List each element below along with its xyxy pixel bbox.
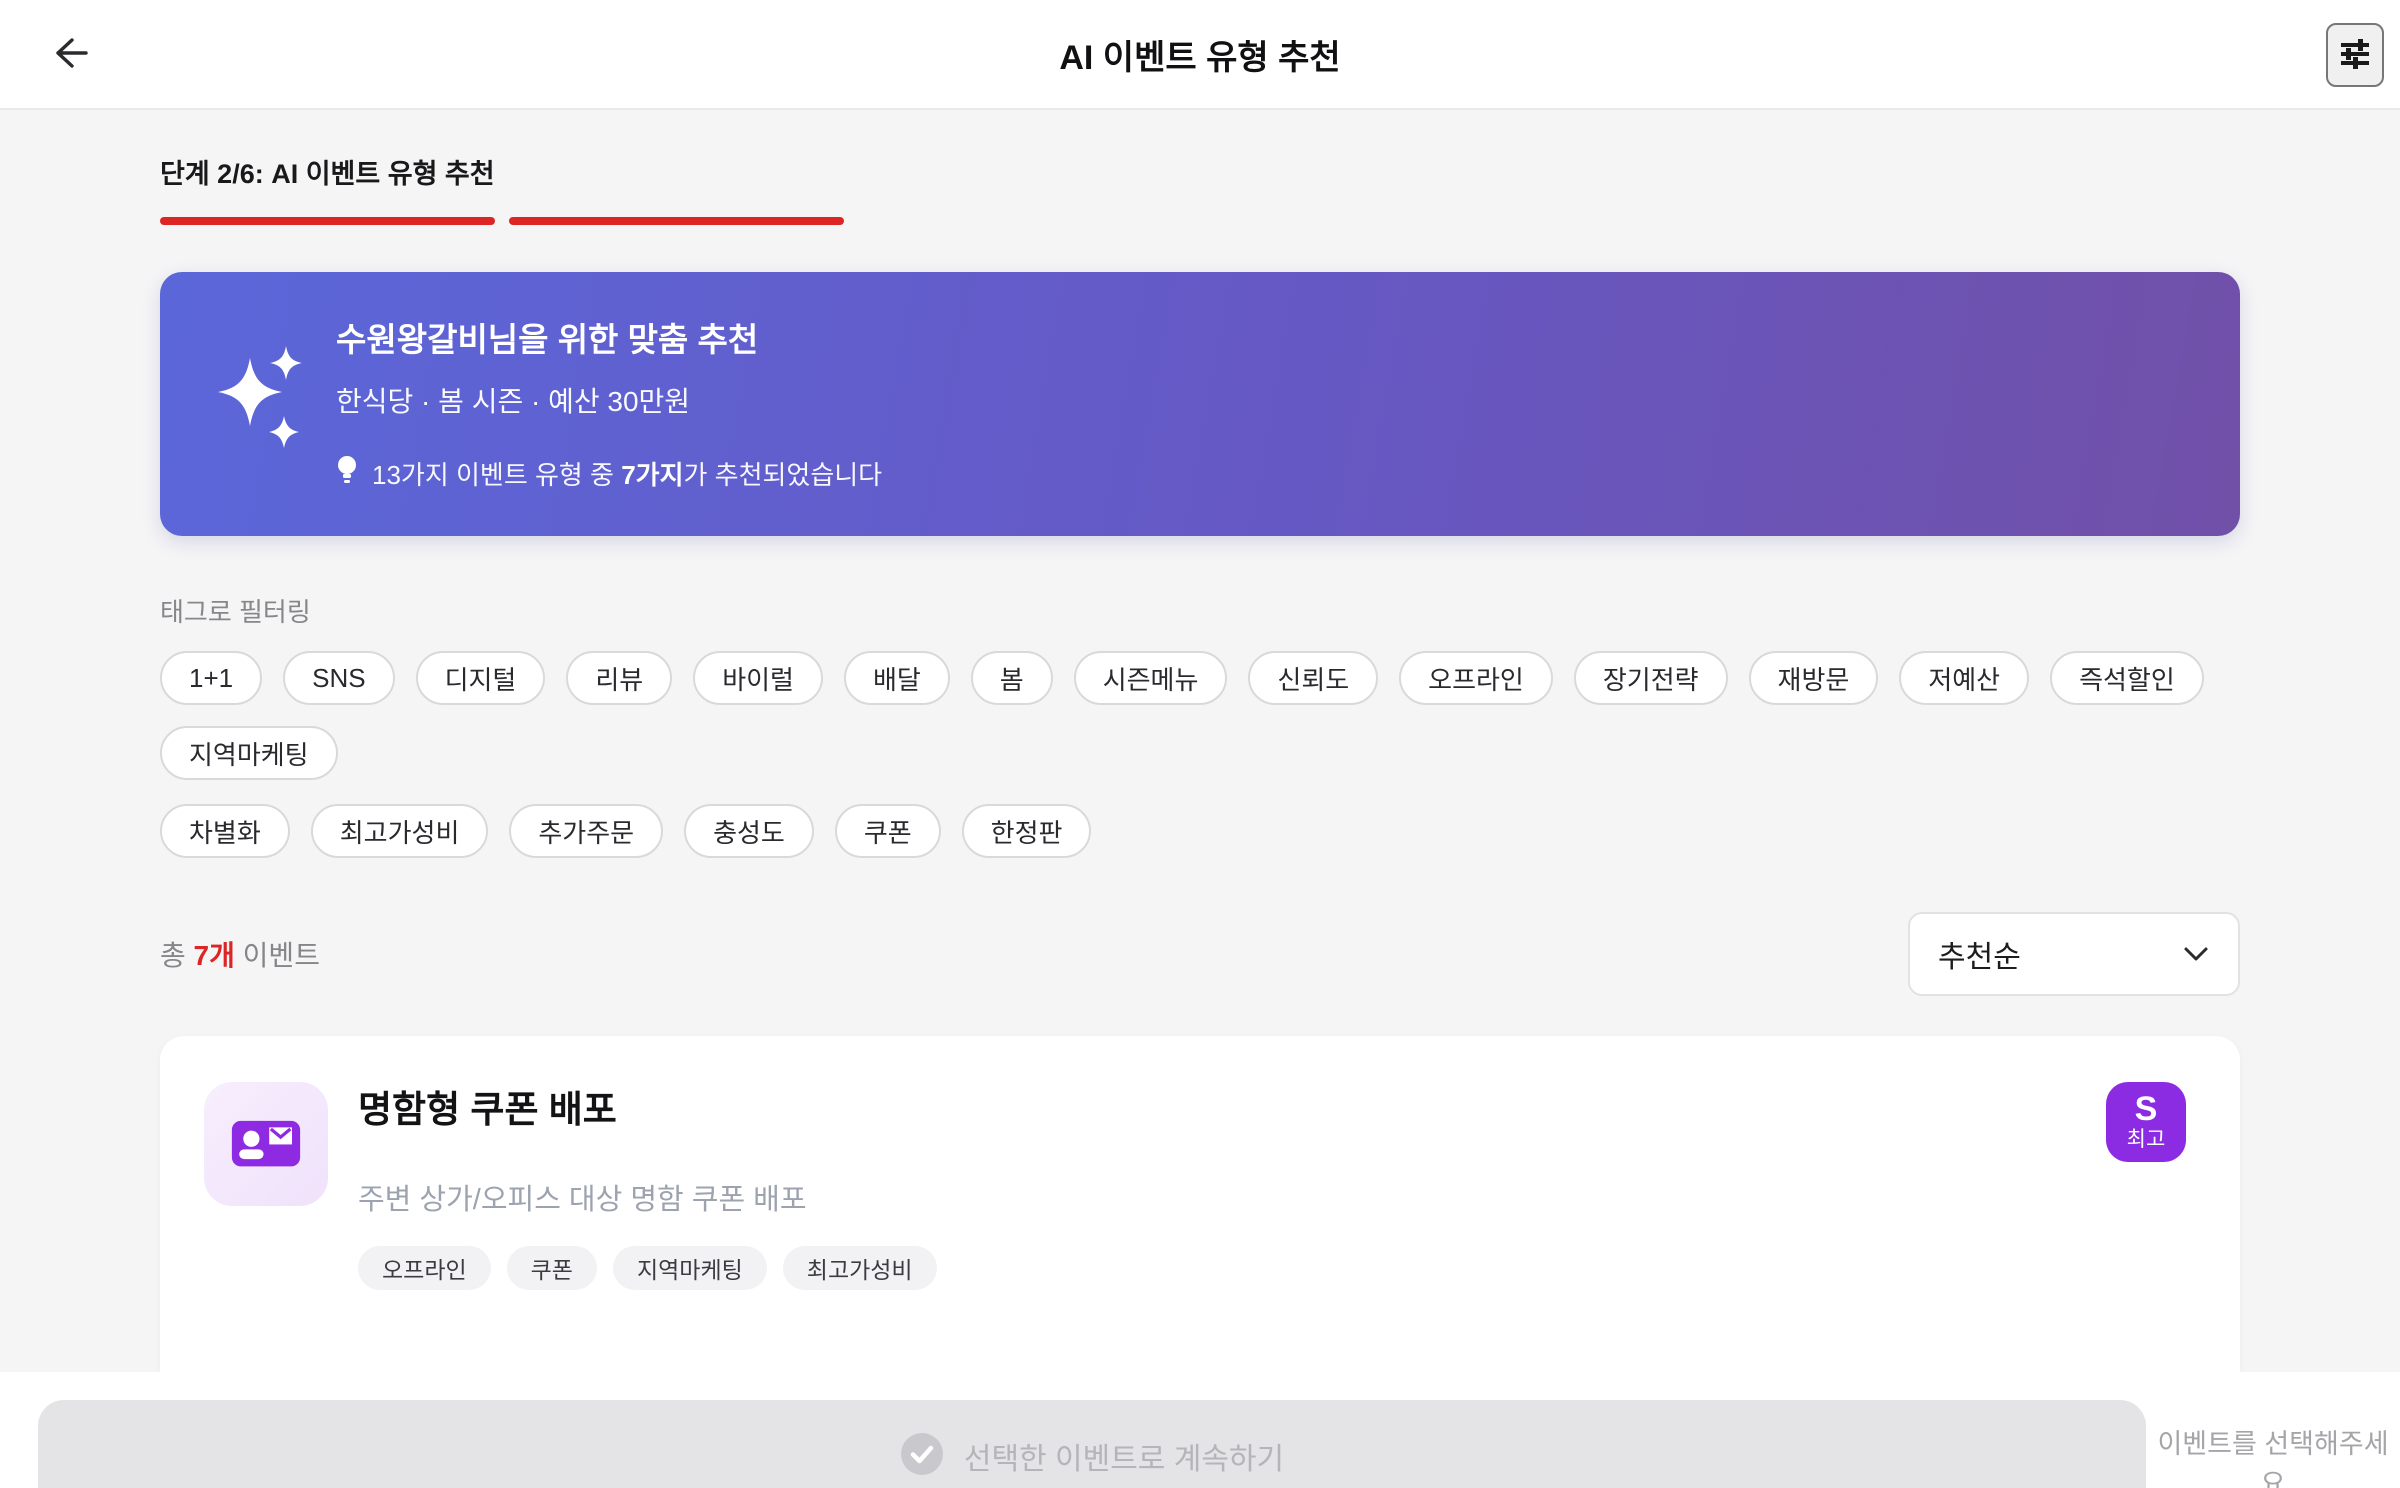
continue-button[interactable]: 선택한 이벤트로 계속하기 — [38, 1400, 2146, 1488]
tag-filter-label: 태그로 필터링 — [160, 597, 311, 627]
grade-letter: S — [2134, 1090, 2158, 1128]
step-label: 단계 2/6: AI 이벤트 유형 추천 — [160, 159, 495, 189]
event-description: 주변 상가/오피스 대상 명함 쿠폰 배포 — [358, 1184, 807, 1216]
continue-button-content: 선택한 이벤트로 계속하기 — [900, 1432, 1284, 1479]
header: AI 이벤트 유형 추천 — [0, 0, 2400, 110]
filter-tag-chip[interactable]: 오프라인 — [1399, 651, 1553, 705]
filter-tag-chip[interactable]: 최고가성비 — [310, 804, 489, 858]
progress-segment — [1207, 217, 1542, 225]
event-title: 명함형 쿠폰 배포 — [358, 1089, 617, 1130]
grade-badge: S 최고 — [2106, 1082, 2186, 1162]
filter-tag-chip[interactable]: 디지털 — [415, 651, 546, 705]
filter-tag-chip[interactable]: 충성도 — [684, 804, 814, 858]
event-tag: 쿠폰 — [506, 1246, 597, 1290]
filter-tag-chip[interactable]: 한정판 — [961, 804, 1092, 858]
filter-tag-chip[interactable]: 추가주문 — [509, 804, 664, 858]
progress-segment — [1556, 217, 1891, 225]
progress-bar — [160, 217, 2240, 225]
main-content: 단계 2/6: AI 이벤트 유형 추천 수원왕갈비님을 위한 맞춤 추천 한식… — [0, 108, 2400, 1488]
filter-tag-chip[interactable]: 배달 — [843, 651, 950, 705]
event-tag: 오프라인 — [358, 1246, 491, 1290]
continue-button-label: 선택한 이벤트로 계속하기 — [963, 1442, 1285, 1476]
filter-tag-chip[interactable]: 신뢰도 — [1248, 651, 1379, 705]
filter-tag-chip[interactable]: 차별화 — [160, 804, 290, 858]
contact-card-icon — [227, 1103, 305, 1186]
sparkles-icon — [214, 328, 310, 465]
sliders-icon — [2337, 36, 2373, 75]
list-header: 총 7개 이벤트 추천순 — [160, 912, 2240, 996]
grade-label: 최고 — [2126, 1128, 2166, 1151]
check-circle-icon — [900, 1432, 944, 1479]
banner-info: 13가지 이벤트 유형 중 7가지가 추천되었습니다 — [336, 454, 882, 493]
bottom-bar: 선택한 이벤트로 계속하기 이벤트를 선택해주세요 — [0, 1372, 2400, 1488]
chevron-down-icon — [2182, 937, 2210, 971]
filter-tag-chip[interactable]: 리뷰 — [566, 651, 673, 705]
sort-value: 추천순 — [1938, 941, 2021, 974]
banner-text: 수원왕갈비님을 위한 맞춤 추천 한식당 · 봄 시즌 · 예산 30만원 13… — [336, 310, 882, 493]
filter-tag-chip[interactable]: 쿠폰 — [834, 804, 941, 858]
sort-dropdown[interactable]: 추천순 — [1908, 912, 2240, 996]
filter-tag-chip[interactable]: 시즌메뉴 — [1073, 651, 1228, 705]
filter-tag-chip[interactable]: 장기전략 — [1573, 651, 1728, 705]
filter-tag-chip[interactable]: 저예산 — [1899, 651, 2030, 705]
selection-hint: 이벤트를 선택해주세요 — [2157, 1429, 2389, 1488]
lightbulb-icon — [336, 454, 358, 493]
filter-settings-button[interactable] — [2326, 23, 2384, 87]
banner-info-text: 13가지 이벤트 유형 중 7가지가 추천되었습니다 — [372, 460, 883, 490]
progress-segment — [1905, 217, 2240, 225]
filter-tag-chip[interactable]: 1+1 — [160, 651, 263, 705]
filter-tag-chip[interactable]: 즉석할인 — [2050, 651, 2204, 705]
recommendation-banner: 수원왕갈비님을 위한 맞춤 추천 한식당 · 봄 시즌 · 예산 30만원 13… — [160, 272, 2240, 536]
page-title: AI 이벤트 유형 추천 — [1059, 38, 1341, 77]
filter-tag-chip[interactable]: SNS — [283, 651, 395, 705]
banner-subtitle: 한식당 · 봄 시즌 · 예산 30만원 — [336, 386, 691, 417]
tag-chip-row-2: 차별화 최고가성비 추가주문 충성도 쿠폰 한정판 — [160, 804, 2240, 858]
event-card-main: 명함형 쿠폰 배포 주변 상가/오피스 대상 명함 쿠폰 배포 오프라인 쿠폰 지역… — [358, 1082, 937, 1290]
filter-tag-chip[interactable]: 지역마케팅 — [160, 726, 338, 780]
event-card-top: 명함형 쿠폰 배포 주변 상가/오피스 대상 명함 쿠폰 배포 오프라인 쿠폰 지역… — [204, 1082, 2186, 1290]
event-count: 총 7개 이벤트 — [160, 940, 320, 971]
tag-chip-row-1: 1+1 SNS 디지털 리뷰 바이럴 배달 봄 시즌메뉴 신뢰도 오프라인 장기전략 재방문 저예산 즉석… — [160, 651, 2240, 780]
filter-tag-chip[interactable]: 봄 — [970, 651, 1053, 705]
progress-segment — [160, 217, 495, 225]
page: AI 이벤트 유형 추천 단계 2/6: AI 이벤트 유형 추천 수원왕갈비님… — [0, 0, 2400, 1488]
filter-tag-chip[interactable]: 재방문 — [1748, 651, 1879, 705]
filter-tag-chip[interactable]: 바이럴 — [693, 651, 823, 705]
event-tag: 지역마케팅 — [612, 1246, 767, 1290]
progress-segment — [509, 217, 844, 225]
event-tag: 최고가성비 — [782, 1246, 937, 1290]
banner-title: 수원왕갈비님을 위한 맞춤 추천 — [336, 321, 759, 358]
event-icon-container — [204, 1082, 328, 1206]
event-tags: 오프라인 쿠폰 지역마케팅 최고가성비 — [358, 1246, 937, 1290]
progress-segment — [858, 217, 1193, 225]
